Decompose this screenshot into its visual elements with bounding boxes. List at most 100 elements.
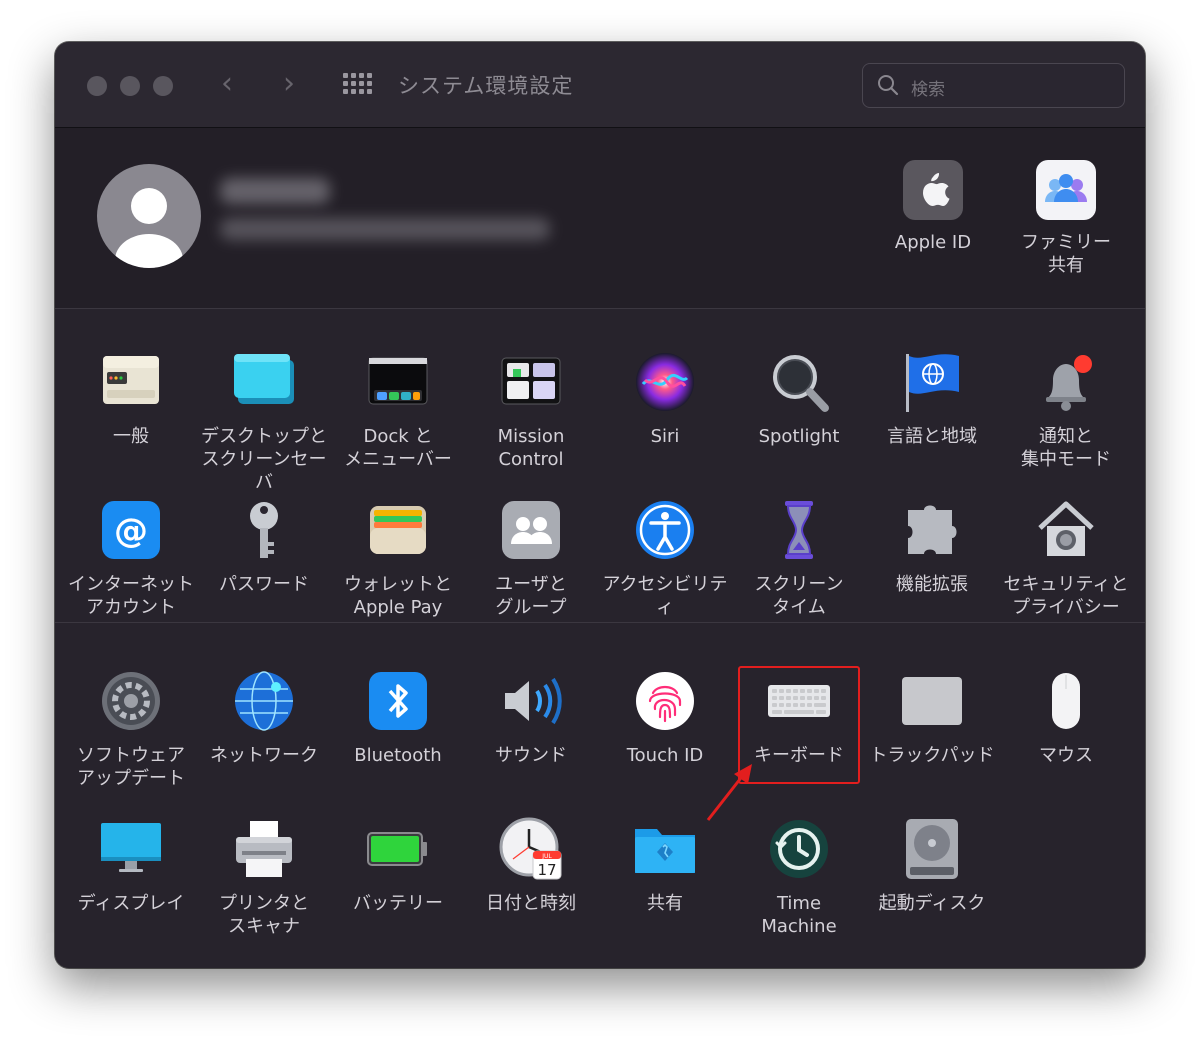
users-groups-icon [499, 498, 563, 562]
pref-date-time[interactable]: JUL 17 日付と時刻 [465, 817, 597, 915]
pref-label: 共有 [647, 893, 683, 914]
pref-general[interactable]: 一般 [65, 350, 197, 448]
pref-label: デスクトップと スクリーンセーバ [201, 426, 327, 493]
search-field[interactable]: 検索 [862, 63, 1125, 108]
pref-label: 日付と時刻 [486, 893, 576, 914]
passwords-icon [232, 498, 296, 562]
pref-mouse[interactable]: マウス [1000, 669, 1132, 767]
pref-time-machine[interactable]: Time Machine [733, 817, 865, 938]
pref-label: スクリーン タイム [754, 574, 844, 618]
zoom-window-button[interactable] [153, 76, 173, 96]
system-preferences-window: ‹ › システム環境設定 検索 Apple ID ファミリー 共有 一般 デスク… [55, 42, 1145, 968]
battery-icon [366, 817, 430, 881]
sharing-icon [633, 817, 697, 881]
pref-startup-disk[interactable]: 起動ディスク [866, 817, 998, 915]
pref-trackpad[interactable]: トラックパッド [866, 669, 998, 767]
pref-security-privacy[interactable]: セキュリティと プライバシー [1000, 498, 1132, 619]
pref-label: アクセシビリティ [602, 574, 728, 618]
minimize-window-button[interactable] [120, 76, 140, 96]
window-title: システム環境設定 [398, 74, 574, 98]
pref-internet-accounts[interactable]: @ インターネット アカウント [65, 498, 197, 619]
internet-accounts-icon: @ [99, 498, 163, 562]
extensions-icon [900, 498, 964, 562]
pref-displays[interactable]: ディスプレイ [65, 817, 197, 915]
notifications-focus-icon [1034, 350, 1098, 414]
wallet-applepay-icon [366, 498, 430, 562]
pref-mission-control[interactable]: Mission Control [465, 350, 597, 471]
show-all-grid-icon[interactable] [343, 73, 373, 95]
accessibility-icon [633, 498, 697, 562]
pref-label: 一般 [113, 426, 149, 447]
pref-family-sharing[interactable]: ファミリー 共有 [1000, 160, 1132, 277]
pref-sound[interactable]: サウンド [465, 669, 597, 767]
date-time-icon: JUL 17 [499, 817, 563, 881]
account-section: Apple ID ファミリー 共有 [55, 128, 1145, 309]
close-window-button[interactable] [87, 76, 107, 96]
spotlight-icon [767, 350, 831, 414]
pref-dock-menubar[interactable]: Dock と メニューバー [332, 350, 464, 471]
screen-time-icon [767, 498, 831, 562]
pref-label: Apple ID [894, 232, 972, 253]
mission-control-icon [499, 350, 563, 414]
family-sharing-icon [1036, 160, 1096, 220]
pref-users-groups[interactable]: ユーザと グループ [465, 498, 597, 619]
pref-label: ウォレットと Apple Pay [344, 574, 452, 618]
pref-label: ディスプレイ [77, 893, 185, 914]
pref-label: Bluetooth [354, 745, 442, 766]
pref-spotlight[interactable]: Spotlight [733, 350, 865, 448]
forward-icon[interactable]: › [283, 66, 295, 102]
pref-passwords[interactable]: パスワード [198, 498, 330, 596]
pref-battery[interactable]: バッテリー [332, 817, 464, 915]
search-icon [878, 75, 899, 96]
pref-extensions[interactable]: 機能拡張 [866, 498, 998, 596]
pref-label: 通知と 集中モード [1021, 426, 1111, 470]
printers-scanners-icon [232, 817, 296, 881]
pref-notifications-focus[interactable]: 通知と 集中モード [1000, 350, 1132, 471]
search-placeholder: 検索 [911, 80, 945, 100]
network-icon [232, 669, 296, 733]
pref-language-region[interactable]: 言語と地域 [866, 350, 998, 448]
pref-label: ネットワーク [210, 745, 318, 766]
pref-label: Time Machine [761, 893, 837, 937]
displays-icon [99, 817, 163, 881]
pref-label: セキュリティと プライバシー [1003, 574, 1129, 618]
pref-desktop-screensaver[interactable]: デスクトップと スクリーンセーバ [198, 350, 330, 494]
mouse-icon [1034, 669, 1098, 733]
startup-disk-icon [900, 817, 964, 881]
pref-network[interactable]: ネットワーク [198, 669, 330, 767]
pref-printers-scanners[interactable]: プリンタと スキャナ [198, 817, 330, 938]
prefs-section-main: 一般 デスクトップと スクリーンセーバ Dock と メニューバー Missio… [55, 309, 1145, 623]
pref-label: マウス [1039, 745, 1093, 766]
security-privacy-icon [1034, 498, 1098, 562]
pref-label: プリンタと スキャナ [219, 893, 309, 937]
back-icon[interactable]: ‹ [221, 66, 233, 102]
pref-screen-time[interactable]: スクリーン タイム [733, 498, 865, 619]
trackpad-icon [900, 669, 964, 733]
blurred-user-name [220, 178, 330, 204]
apple-id-icon [903, 160, 963, 220]
pref-apple-id[interactable]: Apple ID [867, 160, 999, 254]
pref-bluetooth[interactable]: Bluetooth [332, 669, 464, 767]
pref-label: バッテリー [353, 893, 443, 914]
pref-label: サウンド [495, 745, 567, 766]
pref-touch-id[interactable]: Touch ID [599, 669, 731, 767]
pref-label: 起動ディスク [878, 893, 986, 914]
pref-label: Dock と メニューバー [344, 426, 452, 470]
user-silhouette-icon [115, 188, 183, 268]
user-avatar[interactable] [97, 164, 201, 268]
pref-label: インターネット アカウント [68, 574, 194, 618]
pref-sharing[interactable]: 共有 [599, 817, 731, 915]
pref-label: トラックパッド [869, 745, 995, 766]
touch-id-icon [633, 669, 697, 733]
annotation-arrow-icon [706, 764, 752, 821]
pref-accessibility[interactable]: アクセシビリティ [599, 498, 731, 619]
pref-label: パスワード [219, 574, 309, 595]
pref-siri[interactable]: Siri [599, 350, 731, 448]
title-bar: ‹ › システム環境設定 検索 [55, 42, 1145, 128]
pref-label: Mission Control [497, 426, 565, 470]
calendar-day: 17 [537, 861, 556, 879]
language-region-icon [900, 350, 964, 414]
bluetooth-icon [366, 669, 430, 733]
pref-wallet-applepay[interactable]: ウォレットと Apple Pay [332, 498, 464, 619]
pref-software-update[interactable]: ソフトウェア アップデート [65, 669, 197, 790]
